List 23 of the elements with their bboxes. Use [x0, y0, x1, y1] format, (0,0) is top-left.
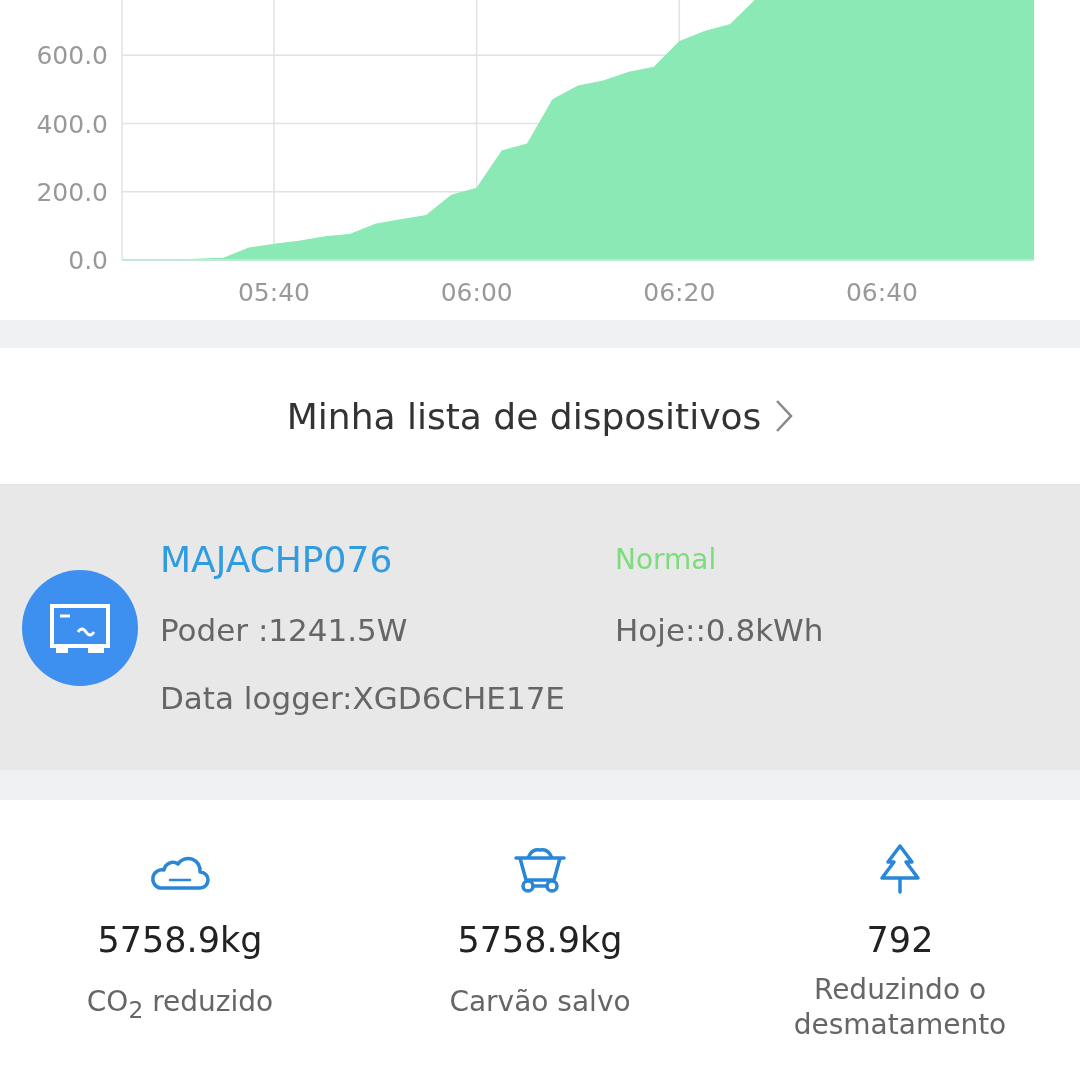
y-tick-label: 0.0 — [68, 246, 108, 275]
device-list-link[interactable]: Minha lista de dispositivos — [286, 395, 762, 437]
y-tick-label: 400.0 — [36, 109, 108, 139]
power-reading: Poder :1241.5W — [160, 612, 409, 648]
stat-label: CO$_{2}$ reduzido — [85, 984, 275, 1025]
today-energy: Hoje::0.8kWh — [615, 612, 825, 648]
x-tick-label: 06:40 — [846, 278, 918, 307]
stat-value: 5758.9kg — [457, 920, 623, 960]
inverter-icon — [22, 569, 138, 686]
x-tick-label: 06:00 — [440, 278, 513, 307]
stat-label: Carvão salvo — [448, 984, 632, 1019]
device-name: MAJACHP076 — [160, 539, 394, 580]
device-status: Normal — [615, 543, 718, 576]
data-logger-id: Data logger:XGD6CHE17E — [160, 680, 566, 716]
stat-value: 792 — [866, 920, 934, 960]
stat-label: Reduzindo o desmatamento — [792, 972, 1008, 1042]
y-tick-label: 200.0 — [36, 177, 108, 207]
y-tick-label: 600.0 — [36, 41, 108, 71]
chevron-right-icon[interactable] — [775, 399, 794, 433]
stat-value: 5758.9kg — [97, 920, 263, 960]
device-card[interactable]: MAJACHP076 Normal Poder :1241.5W Hoje::0.8kWh Data logger:XGD6CHE17E — [0, 485, 1080, 770]
x-tick-label: 05:40 — [238, 278, 310, 307]
x-tick-label: 06:20 — [643, 278, 716, 307]
